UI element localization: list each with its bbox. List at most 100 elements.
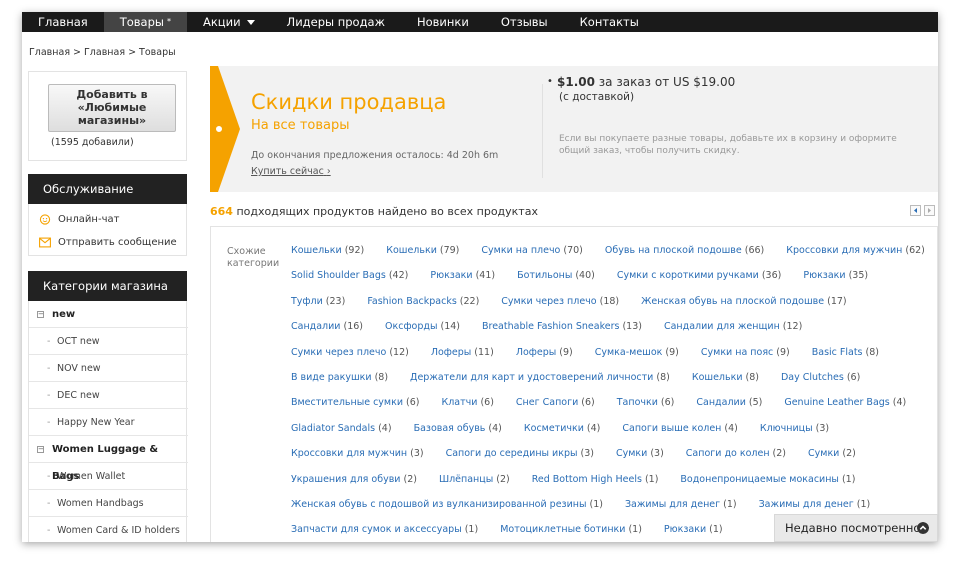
breadcrumb-item[interactable]: Главная (84, 47, 125, 58)
related-category-link[interactable]: Лоферы (9) (516, 347, 573, 358)
related-category-link[interactable]: Ключницы (3) (760, 423, 829, 434)
related-category-link[interactable]: Сумка-мешок (9) (595, 347, 679, 358)
related-category-link[interactable]: Day Clutches (6) (781, 372, 860, 383)
category-item[interactable]: - Women Handbags (29, 490, 188, 517)
nav-item-4[interactable]: Новинки (401, 12, 485, 32)
category-item[interactable]: - Women Wallet (29, 463, 188, 490)
related-category-link[interactable]: Сапоги выше колен (4) (622, 423, 737, 434)
related-category-link[interactable]: Genuine Leather Bags (4) (784, 397, 906, 408)
related-category-link[interactable]: Мотоциклетные ботинки (1) (500, 524, 642, 535)
recently-viewed-button[interactable]: Недавно посмотренное (774, 514, 938, 542)
service-panel: Онлайн-чат Отправить сообщение (28, 204, 187, 256)
related-category-count: (22) (459, 295, 480, 307)
buy-now-link[interactable]: Купить сейчас › (251, 166, 331, 177)
related-category-link[interactable]: Сапоги до середины икры (3) (446, 448, 594, 459)
related-category-name: Сапоги выше колен (622, 422, 722, 434)
add-to-favorites-button[interactable]: Добавить в «Любимые магазины» (48, 84, 176, 132)
category-group-1[interactable]: − Women Luggage & Bags (29, 436, 188, 482)
category-item[interactable]: - Happy New Year (29, 409, 188, 436)
related-category-link[interactable]: Зажимы для денег (1) (625, 499, 737, 510)
related-category-link[interactable]: Снег Сапоги (6) (516, 397, 595, 408)
related-category-link[interactable]: Базовая обувь (4) (414, 423, 502, 434)
related-category-link[interactable]: Fashion Backpacks (22) (367, 296, 479, 307)
related-category-link[interactable]: Держатели для карт и удостоверений лично… (410, 372, 670, 383)
related-category-name: Кошельки (386, 245, 437, 256)
nav-item-0[interactable]: Главная (22, 12, 104, 32)
nav-item-1[interactable]: Товары * (103, 12, 187, 32)
related-category-link[interactable]: Лоферы (11) (431, 347, 494, 358)
related-category-link[interactable]: Косметички (4) (524, 423, 601, 434)
related-category-link[interactable]: Туфли (23) (291, 296, 345, 307)
related-category-link[interactable]: Рюкзаки (41) (430, 270, 495, 281)
related-category-link[interactable]: Сумки (2) (808, 448, 856, 459)
category-item[interactable]: - Women Card & ID holders (29, 517, 188, 542)
related-category-link[interactable]: Тапочки (6) (617, 397, 675, 408)
related-category-link[interactable]: Клатчи (6) (441, 397, 493, 408)
related-category-name: Рюкзаки (663, 524, 707, 536)
prev-page-button[interactable] (910, 205, 921, 216)
related-category-link[interactable]: Женская обувь на плоской подошве (17) (641, 296, 847, 307)
related-category-link[interactable]: Рюкзаки (35) (803, 270, 868, 281)
related-category-link[interactable]: Gladiator Sandals (4) (291, 423, 392, 434)
chevron-up-icon (917, 522, 929, 534)
related-category-link[interactable]: Кроссовки для мужчин (62) (786, 245, 925, 256)
nav-item-3[interactable]: Лидеры продаж (271, 12, 401, 32)
nav-item-5[interactable]: Отзывы (485, 12, 564, 32)
related-category-link[interactable]: Сандалии (5) (696, 397, 762, 408)
next-page-button[interactable] (924, 205, 935, 216)
related-category-name: Косметички (523, 422, 584, 434)
related-category-link[interactable]: Сумки через плечо (12) (291, 347, 409, 358)
related-category-name: Ключницы (759, 422, 813, 434)
related-category-link[interactable]: Сапоги до колен (2) (686, 448, 786, 459)
related-category-link[interactable]: Сумки на пояс (9) (701, 347, 790, 358)
related-category-link[interactable]: Ботильоны (40) (517, 270, 595, 281)
send-message-link[interactable]: Отправить сообщение (39, 237, 177, 248)
category-item[interactable]: - DEC new (29, 382, 188, 409)
related-category-link[interactable]: Кошельки (79) (386, 245, 459, 256)
related-category-name: Запчасти для сумок и аксессуары (291, 524, 462, 536)
related-category-link[interactable]: Вместительные сумки (6) (291, 397, 419, 408)
related-category-link[interactable]: Кроссовки для мужчин (3) (291, 448, 424, 459)
related-category-link[interactable]: Сумки с короткими ручками (36) (617, 270, 781, 281)
related-category-link[interactable]: Сандалии для женщин (12) (664, 321, 802, 332)
related-category-count: (12) (782, 321, 803, 333)
category-item[interactable]: - OCT new (29, 328, 188, 355)
related-category-link[interactable]: Шлёпанцы (2) (439, 474, 510, 485)
related-category-link[interactable]: Сумки через плечо (18) (501, 296, 619, 307)
related-category-count: (92) (344, 245, 365, 256)
related-category-link[interactable]: Оксфорды (14) (385, 321, 460, 332)
category-group-0[interactable]: − new (29, 301, 188, 328)
related-category-link[interactable]: Сумки (3) (616, 448, 664, 459)
related-category-link[interactable]: Red Bottom High Heels (1) (532, 474, 659, 485)
collapse-minus-icon[interactable]: − (37, 311, 44, 318)
related-category-link[interactable]: Обувь на плоской подошве (66) (605, 245, 764, 256)
online-chat-link[interactable]: Онлайн-чат (39, 214, 119, 225)
related-category-link[interactable]: Женская обувь с подошвой из вулканизиров… (291, 499, 603, 510)
related-category-link[interactable]: Basic Flats (8) (812, 347, 879, 358)
related-category-link[interactable]: Сумки на плечо (70) (481, 245, 582, 256)
related-category-count: (9) (776, 346, 790, 358)
breadcrumb-item[interactable]: Главная (29, 47, 70, 58)
related-category-count: (3) (650, 448, 664, 460)
nav-item-6[interactable]: Контакты (564, 12, 655, 32)
related-category-link[interactable]: Сандалии (16) (291, 321, 363, 332)
related-category-link[interactable]: Solid Shoulder Bags (42) (291, 270, 408, 281)
related-category-link[interactable]: Кошельки (92) (291, 245, 364, 256)
collapse-minus-icon[interactable]: − (37, 446, 44, 453)
related-category-link[interactable]: В виде ракушки (8) (291, 372, 388, 383)
nav-item-2[interactable]: Акции (187, 12, 271, 32)
related-category-link[interactable]: Водонепроницаемые мокасины (1) (680, 474, 855, 485)
related-category-link[interactable]: Рюкзаки (1) (664, 524, 723, 535)
related-category-link[interactable]: Зажимы для денег (1) (759, 499, 871, 510)
caret-down-icon (246, 20, 255, 25)
related-category-count: (14) (440, 321, 460, 333)
category-item[interactable]: - NOV new (29, 355, 188, 382)
related-category-link[interactable]: Запчасти для сумок и аксессуары (1) (291, 524, 478, 535)
arrow-left-icon (914, 208, 917, 213)
related-category-count: (6) (581, 397, 595, 409)
related-category-link[interactable]: Украшения для обуви (2) (291, 474, 417, 485)
related-category-link[interactable]: Breathable Fashion Sneakers (13) (482, 321, 642, 332)
category-item-label: NOV new (57, 363, 101, 374)
related-row: Украшения для обуви (2) Шлёпанцы (2) Red Bot… (291, 474, 877, 488)
related-category-link[interactable]: Кошельки (8) (692, 372, 759, 383)
